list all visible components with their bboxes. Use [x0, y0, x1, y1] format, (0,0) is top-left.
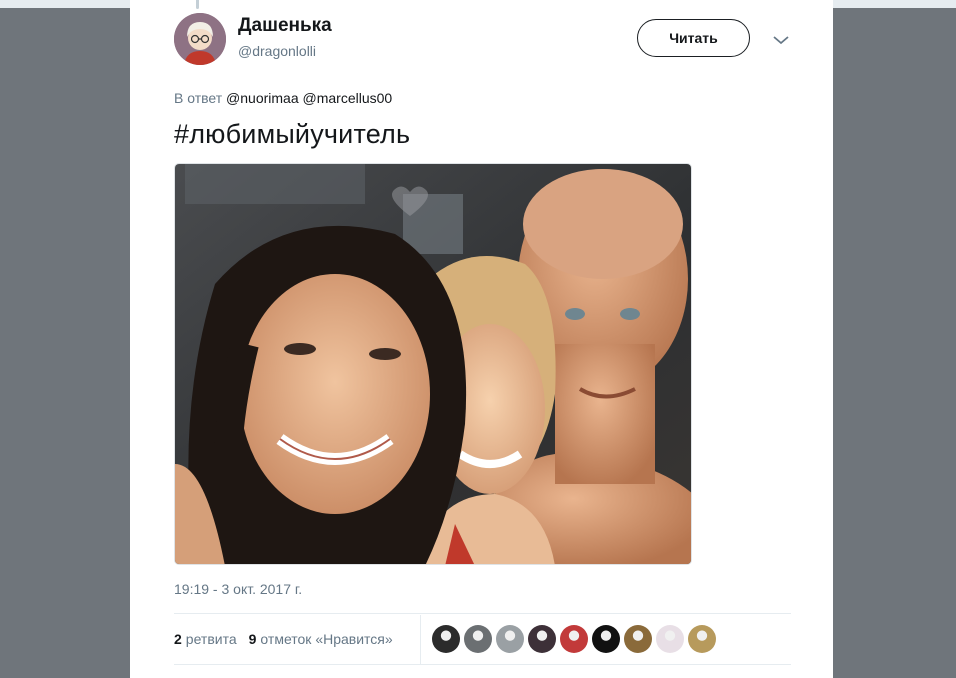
liker-avatar[interactable]: [432, 625, 460, 653]
likes-label: отметок «Нравится»: [260, 631, 393, 647]
liker-avatars: [432, 625, 716, 653]
divider: [174, 664, 791, 665]
likes-stat[interactable]: 9 отметок «Нравится»: [249, 631, 393, 647]
chevron-down-icon[interactable]: [770, 30, 792, 50]
liker-avatar[interactable]: [560, 625, 588, 653]
reply-mention[interactable]: @nuorimaa: [226, 90, 299, 106]
liker-avatar[interactable]: [496, 625, 524, 653]
retweets-label: ретвита: [185, 631, 237, 647]
photo-selfie-image: [175, 164, 691, 564]
liker-avatar[interactable]: [528, 625, 556, 653]
liker-avatar[interactable]: [464, 625, 492, 653]
liker-avatar[interactable]: [688, 625, 716, 653]
retweets-count: 2: [174, 631, 182, 647]
retweets-stat[interactable]: 2 ретвита: [174, 631, 237, 647]
author-display-name[interactable]: Дашенька: [238, 15, 332, 37]
tweet-timestamp[interactable]: 19:19 - 3 окт. 2017 г.: [174, 581, 302, 597]
reply-prefix: В ответ: [174, 90, 223, 106]
tweet-stats: 2 ретвита 9 отметок «Нравится»: [174, 631, 393, 647]
liker-avatar[interactable]: [592, 625, 620, 653]
cartoon-girl-avatar-icon: [174, 13, 226, 65]
author-screen-name[interactable]: @dragonlolli: [238, 43, 316, 59]
author-avatar[interactable]: [174, 13, 226, 65]
likes-count: 9: [248, 631, 257, 647]
tweet-photo[interactable]: [174, 163, 692, 565]
thread-connector: [196, 0, 199, 9]
reply-context: В ответ @nuorimaa @marcellus00: [174, 90, 392, 106]
liker-avatar[interactable]: [656, 625, 684, 653]
reply-mention[interactable]: @marcellus00: [303, 90, 393, 106]
stats-divider: [420, 615, 421, 664]
tweet-card: Дашенька @dragonlolli Читать В ответ @nu…: [130, 0, 833, 678]
liker-avatar[interactable]: [624, 625, 652, 653]
follow-button[interactable]: Читать: [637, 19, 750, 57]
tweet-hashtag[interactable]: #любимыйучитель: [174, 119, 410, 150]
divider: [174, 613, 791, 614]
